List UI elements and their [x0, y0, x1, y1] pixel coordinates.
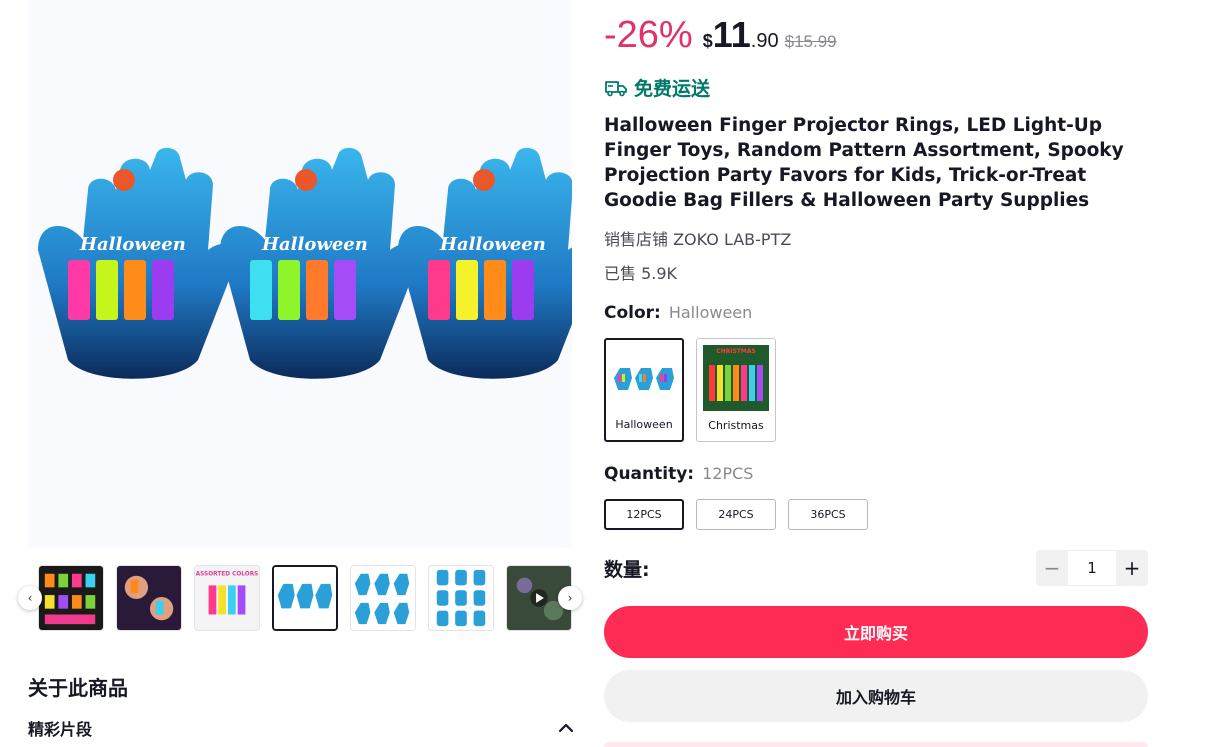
discount-badge: -26%	[604, 14, 693, 56]
package-brand-text: Halloween	[79, 234, 186, 255]
thumbnail-selected[interactable]	[272, 565, 338, 631]
quantity-label-row: Quantity: 12PCS	[604, 464, 753, 484]
free-shipping-label: 免费运送	[634, 78, 711, 100]
highlights-label: 精彩片段	[28, 720, 93, 739]
currency-symbol: $	[702, 31, 713, 51]
partial-button[interactable]	[604, 742, 1148, 747]
quantity-option-24pcs[interactable]: 24PCS	[696, 499, 776, 530]
package-brand-text: Halloween	[439, 234, 546, 255]
product-title: Halloween Finger Projector Rings, LED Li…	[604, 115, 1124, 211]
price-row: -26% $ 11 .90 $15.99	[604, 14, 837, 60]
color-label-row: Color: Halloween	[604, 303, 752, 323]
color-option-label: Christmas	[708, 419, 764, 432]
package-middle: Halloween	[220, 147, 419, 379]
increment-button[interactable]: +	[1116, 550, 1148, 586]
package-brand-text: Halloween	[261, 234, 368, 255]
add-to-cart-button[interactable]: 加入购物车	[604, 670, 1148, 722]
highlights-accordion[interactable]: 精彩片段	[28, 716, 574, 740]
chevron-up-icon	[558, 723, 574, 733]
count-label: 数量:	[604, 559, 650, 581]
sold-count: 已售 5.9K	[604, 264, 678, 283]
price-integer: 11	[712, 14, 751, 55]
truck-icon	[605, 80, 627, 96]
christmas-swatch-image: CHRISTMAS	[703, 345, 769, 411]
quantity-option-12pcs[interactable]: 12PCS	[604, 499, 684, 530]
thumbnail[interactable]	[428, 565, 494, 631]
color-selected-value: Halloween	[668, 303, 753, 322]
store-name[interactable]: 销售店铺 ZOKO LAB-PTZ	[604, 226, 791, 250]
halloween-swatch-image	[612, 346, 678, 412]
thumb-badge-text: ASSORTED COLORS	[196, 572, 259, 578]
color-option-label: Halloween	[615, 418, 673, 431]
thumbnail[interactable]: ASSORTED COLORS	[194, 565, 260, 631]
quantity-label: Quantity:	[604, 464, 695, 484]
color-label: Color:	[604, 303, 661, 323]
original-price: $15.99	[784, 32, 837, 51]
package-left: Halloween	[38, 147, 237, 379]
package-right: Halloween	[398, 147, 572, 379]
thumbnail[interactable]	[116, 565, 182, 631]
free-shipping: 免费运送	[604, 74, 710, 101]
buy-now-button[interactable]: 立即购买	[604, 606, 1148, 658]
main-product-image[interactable]: Halloween Halloween Halloween	[28, 0, 572, 548]
quantity-stepper: − 1 +	[1036, 550, 1148, 586]
thumbnail-prev-button[interactable]: ‹	[18, 586, 42, 610]
color-option-christmas[interactable]: CHRISTMAS Christmas	[696, 338, 776, 442]
thumbnail-next-button[interactable]: ›	[558, 586, 582, 610]
thumbnail-strip: ‹ ASSORTED COLORS ›	[18, 564, 584, 632]
thumbnail[interactable]	[38, 565, 104, 631]
chevron-left-icon: ‹	[27, 591, 33, 605]
quantity-option-36pcs[interactable]: 36PCS	[788, 499, 868, 530]
price-decimal: .90	[750, 30, 779, 52]
about-product-heading: 关于此商品	[28, 676, 128, 700]
quantity-value[interactable]: 1	[1068, 550, 1116, 586]
decrement-button[interactable]: −	[1036, 550, 1068, 586]
christmas-swatch-text: CHRISTMAS	[716, 348, 756, 355]
thumbnail[interactable]	[350, 565, 416, 631]
color-option-halloween[interactable]: Halloween	[604, 338, 684, 442]
chevron-right-icon: ›	[567, 591, 573, 605]
quantity-selected-value: 12PCS	[702, 464, 754, 483]
